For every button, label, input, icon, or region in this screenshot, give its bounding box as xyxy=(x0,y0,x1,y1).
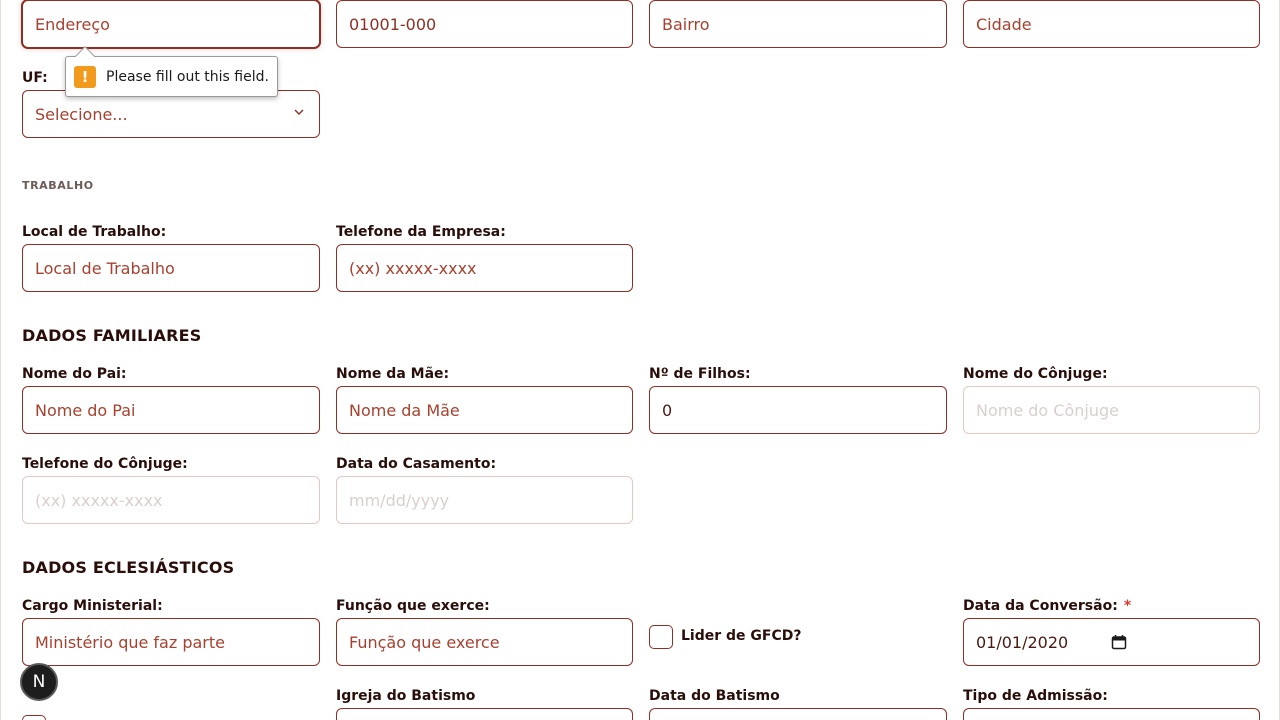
nome-mae-input[interactable]: Nome da Mãe xyxy=(336,386,633,434)
num-filhos-value: 0 xyxy=(662,400,673,420)
uf-selected-value: Selecione... xyxy=(35,104,128,124)
endereco-input[interactable]: Endereço xyxy=(22,0,320,48)
nome-conjuge-input[interactable]: Nome do Cônjuge xyxy=(963,386,1260,434)
funcao-input[interactable]: Função que exerce xyxy=(336,618,633,666)
validation-tooltip: ! Please fill out this field. xyxy=(65,46,278,97)
batizado-checkbox[interactable] xyxy=(22,715,46,720)
local-trabalho-input[interactable]: Local de Trabalho xyxy=(22,244,320,292)
lider-gfcd-label: Lider de GFCD? xyxy=(681,628,802,644)
igreja-batismo-label: Igreja do Batismo xyxy=(336,688,476,704)
telefone-conjuge-input[interactable]: (xx) xxxxx-xxxx xyxy=(22,476,320,524)
tooltip-arrow xyxy=(75,46,95,66)
data-conversao-value: 01/01/2020 xyxy=(976,632,1069,652)
telefone-conjuge-placeholder: (xx) xxxxx-xxxx xyxy=(35,490,163,510)
local-trabalho-label: Local de Trabalho: xyxy=(22,224,167,240)
igreja-batismo-input[interactable] xyxy=(336,708,633,720)
form-container: Endereço 01001-000 Bairro Cidade UF: Sel… xyxy=(0,0,1280,720)
warning-icon: ! xyxy=(74,65,96,88)
data-batismo-input[interactable] xyxy=(649,708,947,720)
num-filhos-input[interactable]: 0 xyxy=(649,386,947,434)
nome-pai-input[interactable]: Nome do Pai xyxy=(22,386,320,434)
data-conversao-label-text: Data da Conversão: xyxy=(963,598,1118,614)
cargo-ministerial-placeholder: Ministério que faz parte xyxy=(35,632,225,652)
telefone-empresa-label: Telefone da Empresa: xyxy=(336,224,506,240)
required-marker: * xyxy=(1123,598,1132,614)
cidade-placeholder: Cidade xyxy=(976,14,1032,34)
uf-select[interactable]: Selecione... xyxy=(22,90,320,138)
cidade-input[interactable]: Cidade xyxy=(963,0,1260,48)
calendar-icon[interactable] xyxy=(1111,634,1127,650)
nome-pai-placeholder: Nome do Pai xyxy=(35,400,136,420)
validation-message: Please fill out this field. xyxy=(106,68,269,85)
telefone-empresa-placeholder: (xx) xxxxx-xxxx xyxy=(349,258,477,278)
nome-pai-label: Nome do Pai: xyxy=(22,366,127,382)
nome-mae-label: Nome da Mãe: xyxy=(336,366,450,382)
section-dados-eclesiasticos: DADOS ECLESIÁSTICOS xyxy=(22,558,235,577)
lider-gfcd-checkbox[interactable] xyxy=(649,625,673,649)
data-casamento-placeholder: mm/dd/yyyy xyxy=(349,490,450,510)
funcao-placeholder: Função que exerce xyxy=(349,632,500,652)
bairro-input[interactable]: Bairro xyxy=(649,0,947,48)
nome-mae-placeholder: Nome da Mãe xyxy=(349,400,460,420)
tipo-admissao-label: Tipo de Admissão: xyxy=(963,688,1108,704)
uf-label: UF: xyxy=(22,70,48,86)
floating-n-badge[interactable]: N xyxy=(20,663,58,701)
section-dados-familiares: DADOS FAMILIARES xyxy=(22,326,202,345)
cep-input[interactable]: 01001-000 xyxy=(336,0,633,48)
local-trabalho-placeholder: Local de Trabalho xyxy=(35,258,175,278)
nome-conjuge-label: Nome do Cônjuge: xyxy=(963,366,1108,382)
bairro-placeholder: Bairro xyxy=(662,14,710,34)
data-casamento-label: Data do Casamento: xyxy=(336,456,497,472)
cargo-ministerial-label: Cargo Ministerial: xyxy=(22,598,163,614)
cep-value: 01001-000 xyxy=(349,14,437,34)
data-conversao-label: Data da Conversão: * xyxy=(963,598,1131,614)
tipo-admissao-select[interactable] xyxy=(963,708,1260,720)
cargo-ministerial-input[interactable]: Ministério que faz parte xyxy=(22,618,320,666)
nome-conjuge-placeholder: Nome do Cônjuge xyxy=(976,400,1119,420)
funcao-label: Função que exerce: xyxy=(336,598,490,614)
data-batismo-label: Data do Batismo xyxy=(649,688,780,704)
endereco-placeholder: Endereço xyxy=(35,14,110,34)
telefone-empresa-input[interactable]: (xx) xxxxx-xxxx xyxy=(336,244,633,292)
chevron-down-icon xyxy=(294,109,304,115)
num-filhos-label: Nº de Filhos: xyxy=(649,366,751,382)
data-conversao-input[interactable]: 01/01/2020 xyxy=(963,618,1260,666)
section-trabalho: TRABALHO xyxy=(22,179,94,192)
data-casamento-input[interactable]: mm/dd/yyyy xyxy=(336,476,633,524)
telefone-conjuge-label: Telefone do Cônjuge: xyxy=(22,456,188,472)
